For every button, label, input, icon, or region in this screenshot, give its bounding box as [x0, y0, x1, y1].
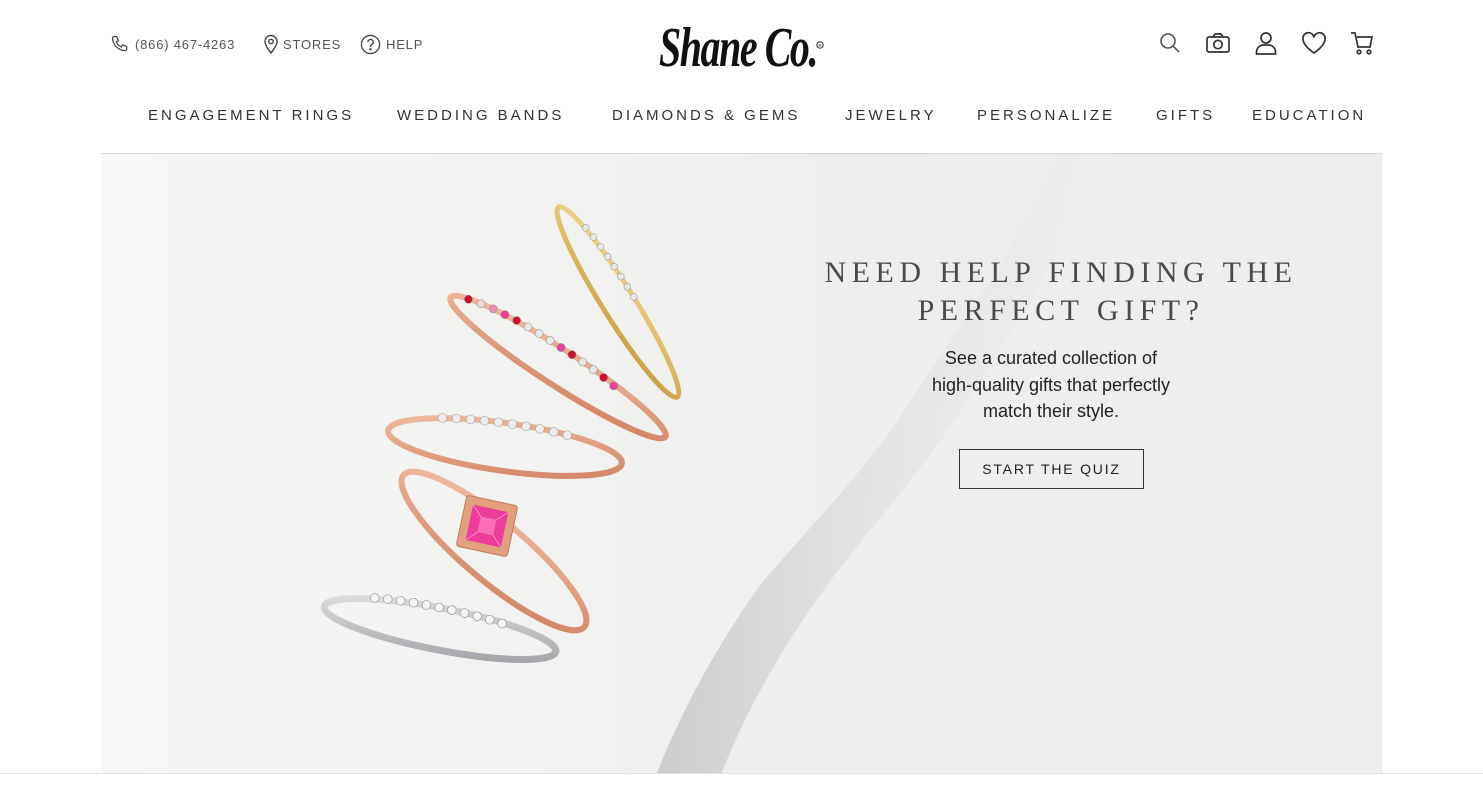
help-icon: [360, 34, 381, 55]
nav-diamonds-gems[interactable]: DIAMONDS & GEMS: [612, 107, 800, 124]
help-link[interactable]: HELP: [360, 34, 423, 55]
main-nav: ENGAGEMENT RINGS WEDDING BANDS DIAMONDS …: [0, 107, 1483, 129]
hero-rings-image: [101, 154, 1382, 774]
account-icon[interactable]: [1253, 30, 1279, 56]
heart-icon[interactable]: [1301, 30, 1327, 56]
header-icons: [1157, 30, 1375, 56]
camera-icon[interactable]: [1205, 30, 1231, 56]
hero-title-line1: NEED HELP FINDING THE: [824, 256, 1298, 289]
nav-education[interactable]: EDUCATION: [1252, 107, 1366, 124]
hero-subtitle-line2: high-quality gifts that perfectly: [931, 374, 1171, 395]
nav-jewelry[interactable]: JEWELRY: [845, 107, 937, 124]
stores-label: STORES: [283, 36, 342, 52]
hero-subtitle-line3: match their style.: [982, 401, 1120, 421]
svg-text:Shane Co.: Shane Co.: [659, 17, 817, 79]
divider: [0, 773, 1483, 774]
shane-co-logo[interactable]: Shane Co. R: [655, 10, 830, 82]
site-header: (866) 467-4263 STORES HELP Shane Co. R: [0, 0, 1483, 92]
start-quiz-button[interactable]: START THE QUIZ: [959, 449, 1144, 489]
stores-link[interactable]: STORES: [264, 34, 341, 54]
nav-gifts[interactable]: GIFTS: [1156, 107, 1215, 124]
phone-number: (866) 467-4263: [135, 36, 236, 52]
phone-link[interactable]: (866) 467-4263: [110, 34, 235, 54]
hero-title: NEED HELP FINDING THE PERFECT GIFT?: [811, 254, 1311, 330]
nav-personalize[interactable]: PERSONALIZE: [977, 107, 1115, 124]
phone-icon: [110, 34, 130, 54]
search-icon[interactable]: [1157, 30, 1183, 56]
hero-subtitle: See a curated collection of high-quality…: [901, 345, 1201, 425]
hero-banner: NEED HELP FINDING THE PERFECT GIFT? See …: [101, 153, 1382, 774]
help-label: HELP: [386, 37, 424, 52]
hero-subtitle-line1: See a curated collection of: [944, 348, 1158, 368]
hero-title-line2: PERFECT GIFT?: [917, 294, 1205, 327]
nav-wedding-bands[interactable]: WEDDING BANDS: [397, 107, 564, 124]
cart-icon[interactable]: [1349, 30, 1375, 56]
nav-engagement-rings[interactable]: ENGAGEMENT RINGS: [148, 107, 354, 124]
location-pin-icon: [264, 34, 278, 54]
